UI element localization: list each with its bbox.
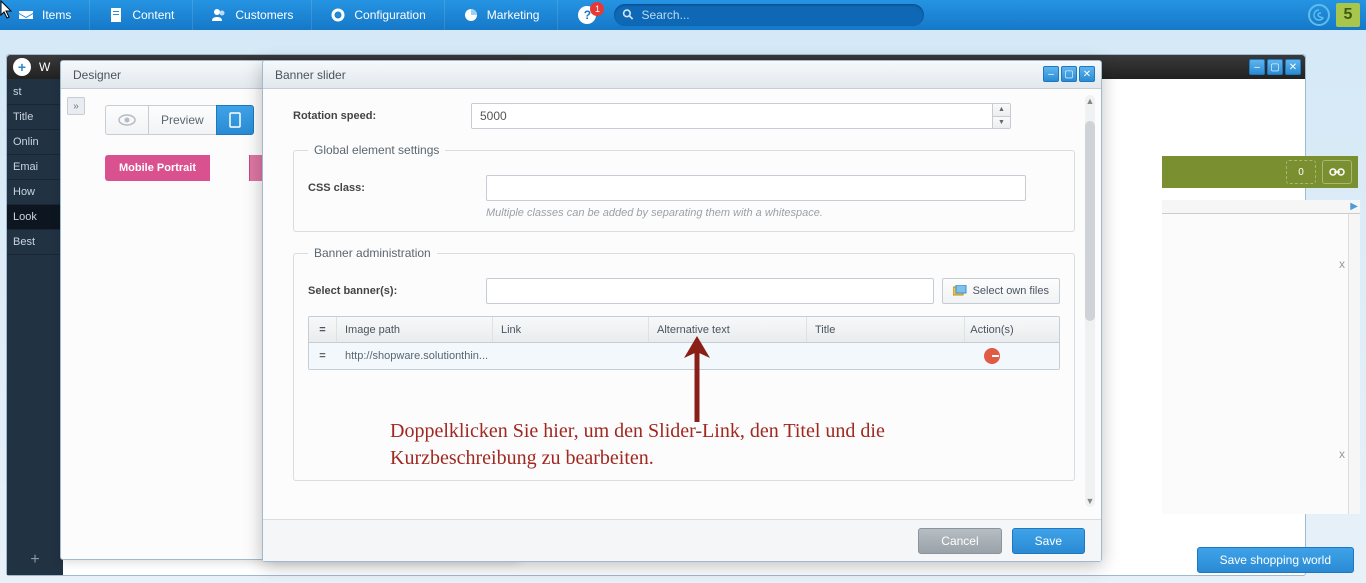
menu-content[interactable]: Content <box>90 0 193 30</box>
shopping-world-title: W <box>39 60 50 74</box>
notification-badge: 1 <box>590 2 604 16</box>
dialog-title: Banner slider <box>275 68 346 82</box>
shopware-logo-icon[interactable] <box>1308 4 1330 26</box>
document-icon <box>108 7 124 23</box>
col-image-path[interactable]: Image path <box>337 317 493 342</box>
sidebar-header: st <box>7 79 63 105</box>
spinner-down-button[interactable]: ▼ <box>993 117 1010 129</box>
close-button[interactable]: ✕ <box>1285 59 1301 75</box>
col-link[interactable]: Link <box>493 317 649 342</box>
rotation-speed-spinner[interactable]: ▲▼ <box>471 103 1011 129</box>
css-class-hint: Multiple classes can be added by separat… <box>486 207 1060 219</box>
help-button[interactable]: ?1 <box>578 6 596 24</box>
maximize-button[interactable]: ▢ <box>1267 59 1283 75</box>
mouse-cursor-icon <box>0 0 16 20</box>
select-banner-label: Select banner(s): <box>308 285 486 297</box>
banner-path-input[interactable] <box>486 278 934 304</box>
minimize-button[interactable]: – <box>1043 66 1059 82</box>
cell-alt-text[interactable] <box>649 343 807 369</box>
add-row-button[interactable]: + <box>7 545 63 575</box>
pie-chart-icon <box>463 7 479 23</box>
col-actions: Action(s) <box>965 317 1019 342</box>
horizontal-ruler: ▶ <box>1162 200 1360 214</box>
banner-admin-fieldset: Banner administration Select banner(s): … <box>293 246 1075 481</box>
search-input[interactable] <box>642 8 915 22</box>
sidebar-item[interactable]: Emai <box>7 155 63 180</box>
global-settings-legend: Global element settings <box>308 143 445 157</box>
col-handle: = <box>309 317 337 342</box>
scroll-up-icon[interactable]: ▲ <box>1085 95 1095 107</box>
sidebar-item[interactable]: Onlin <box>7 130 63 155</box>
cell-title[interactable] <box>807 343 965 369</box>
sidebar-item[interactable]: Title <box>7 105 63 130</box>
search-box[interactable] <box>614 4 924 26</box>
sidebar-item[interactable]: Best <box>7 230 63 255</box>
plus-icon[interactable]: + <box>13 58 31 76</box>
spinner-up-button[interactable]: ▲ <box>993 104 1010 117</box>
cell-link[interactable] <box>493 343 649 369</box>
minimize-button[interactable]: – <box>1249 59 1265 75</box>
scroll-down-icon[interactable]: ▼ <box>1085 495 1095 507</box>
css-class-label: CSS class: <box>308 182 486 194</box>
visibility-button[interactable] <box>105 105 148 135</box>
row-drag-handle[interactable]: = <box>309 343 337 369</box>
layout-badge[interactable]: 0 <box>1286 160 1316 184</box>
top-menu-bar: Items Content Customers Configuration Ma… <box>0 0 1366 30</box>
menu-customers[interactable]: Customers <box>193 0 312 30</box>
delete-row-button[interactable] <box>984 348 1000 364</box>
rotation-speed-label: Rotation speed: <box>293 110 471 122</box>
device-button[interactable] <box>216 105 254 135</box>
rotation-speed-input[interactable] <box>472 104 992 128</box>
col-title[interactable]: Title <box>807 317 965 342</box>
collapse-button[interactable]: » <box>67 97 85 115</box>
global-settings-fieldset: Global element settings CSS class: Multi… <box>293 143 1075 232</box>
menu-marketing[interactable]: Marketing <box>445 0 559 30</box>
link-tool-button[interactable] <box>1322 160 1352 184</box>
search-icon <box>622 8 635 22</box>
banner-grid: = Image path Link Alternative text Title… <box>308 316 1060 370</box>
version-badge[interactable]: 5 <box>1336 3 1360 27</box>
save-shopping-world-button[interactable]: Save shopping world <box>1197 547 1354 573</box>
cell-image-path[interactable]: http://shopware.solutionthin... <box>337 343 493 369</box>
dialog-titlebar: Banner slider – ▢ ✕ <box>263 61 1101 89</box>
banner-row[interactable]: = http://shopware.solutionthin... <box>309 343 1059 369</box>
users-icon <box>211 7 227 23</box>
css-class-input[interactable] <box>486 175 1026 201</box>
eye-icon <box>118 114 136 126</box>
cancel-button[interactable]: Cancel <box>918 528 1001 554</box>
ruler-arrow-icon: ▶ <box>1350 201 1358 212</box>
banner-admin-legend: Banner administration <box>308 246 437 260</box>
mobile-portrait-tab[interactable]: Mobile Portrait <box>105 155 210 181</box>
layout-tool-strip: 0 <box>1162 156 1358 188</box>
vertical-ruler <box>1348 214 1360 514</box>
col-alt-text[interactable]: Alternative text <box>649 317 807 342</box>
canvas-area: x x <box>1162 214 1360 514</box>
close-button[interactable]: ✕ <box>1079 66 1095 82</box>
banner-slider-dialog: Banner slider – ▢ ✕ Rotation speed: ▲▼ G… <box>262 60 1102 562</box>
menu-configuration[interactable]: Configuration <box>312 0 444 30</box>
gear-icon <box>330 7 346 23</box>
left-sidebar: st Title Onlin Emai How Look Best <box>7 79 63 575</box>
sidebar-item[interactable]: Look <box>7 205 63 230</box>
images-icon <box>953 285 967 297</box>
sidebar-item[interactable]: How <box>7 180 63 205</box>
maximize-button[interactable]: ▢ <box>1061 66 1077 82</box>
preview-button[interactable]: Preview <box>148 105 216 135</box>
vertical-scrollbar[interactable]: ▲ ▼ <box>1083 95 1097 507</box>
save-button[interactable]: Save <box>1012 528 1085 554</box>
scroll-thumb[interactable] <box>1085 121 1095 321</box>
mobile-icon <box>229 112 241 128</box>
bg-window-controls: – ▢ ✕ <box>1249 59 1301 75</box>
link-icon <box>1329 167 1345 177</box>
inbox-icon <box>18 7 34 23</box>
select-own-files-button[interactable]: Select own files <box>942 278 1060 304</box>
